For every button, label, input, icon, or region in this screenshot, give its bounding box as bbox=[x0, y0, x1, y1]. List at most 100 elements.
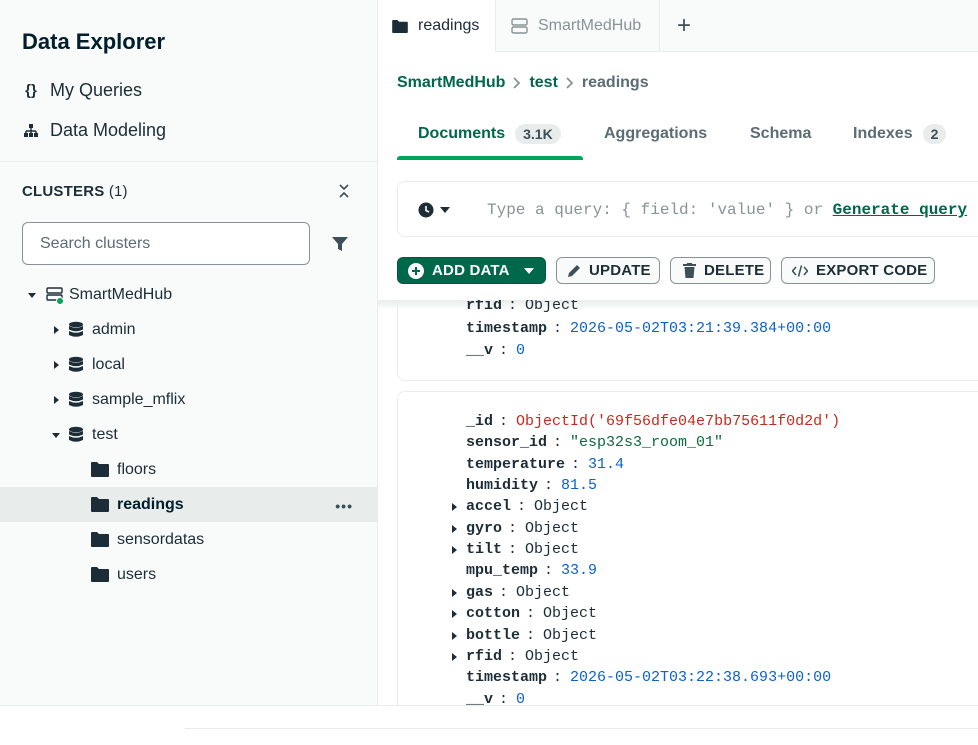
field-value: Object bbox=[525, 520, 580, 537]
nav-my-queries[interactable]: {} My Queries bbox=[22, 80, 142, 101]
tab-label: Indexes bbox=[853, 125, 913, 142]
cluster-name: SmartMedHub bbox=[69, 285, 173, 303]
breadcrumb-database[interactable]: test bbox=[529, 74, 557, 92]
field-value: 31.4 bbox=[588, 456, 625, 473]
field-key: timestamp bbox=[466, 669, 548, 686]
database-icon bbox=[68, 321, 84, 339]
delete-button[interactable]: DELETE bbox=[670, 257, 771, 284]
db-name: admin bbox=[92, 320, 136, 338]
tab-schema[interactable]: Schema bbox=[750, 108, 811, 160]
tab-label: Schema bbox=[750, 125, 812, 142]
caret-right-icon[interactable] bbox=[50, 324, 62, 336]
add-data-label: ADD DATA bbox=[432, 262, 510, 279]
server-icon bbox=[46, 286, 64, 304]
field-key: __v bbox=[466, 342, 494, 359]
more-options-icon[interactable]: ••• bbox=[335, 498, 353, 514]
tree-item-db-test[interactable]: test bbox=[0, 417, 377, 452]
update-label: UPDATE bbox=[589, 262, 651, 279]
field-key: rfid bbox=[466, 648, 503, 665]
field-value: Object bbox=[543, 605, 598, 622]
field-value: 0 bbox=[516, 342, 526, 359]
query-placeholder: Type a query: { field: 'value' } or bbox=[487, 201, 824, 219]
collection-tabs: Documents 3.1K Aggregations Schema Index… bbox=[397, 108, 978, 160]
field-key: timestamp bbox=[466, 320, 548, 337]
query-input[interactable]: Type a query: { field: 'value' } or Gene… bbox=[487, 201, 967, 219]
tab-documents[interactable]: Documents 3.1K bbox=[397, 108, 583, 160]
add-data-button[interactable]: ADD DATA bbox=[397, 257, 546, 284]
add-tab-icon[interactable]: + bbox=[666, 0, 702, 51]
collection-name: sensordatas bbox=[117, 530, 205, 548]
query-history-button[interactable] bbox=[418, 202, 450, 218]
document-field: gas: Object bbox=[466, 584, 571, 601]
tab-label: Documents bbox=[418, 125, 506, 142]
collapse-all-icon[interactable] bbox=[336, 183, 352, 199]
collection-name: readings bbox=[117, 495, 184, 513]
tree-item-collection-users[interactable]: users bbox=[0, 557, 377, 592]
diagram-icon bbox=[22, 123, 40, 138]
sidebar: Data Explorer {} My Queries Data Modelin… bbox=[0, 0, 378, 705]
tree-item-db-sample-mflix[interactable]: sample_mflix bbox=[0, 382, 377, 417]
delete-label: DELETE bbox=[704, 262, 765, 279]
field-value: ObjectId('69f56dfe04e7bb75611f0d2d') bbox=[516, 413, 841, 430]
document-field: bottle: Object bbox=[466, 627, 598, 644]
sidebar-divider bbox=[0, 161, 377, 162]
nav-my-queries-label: My Queries bbox=[50, 80, 143, 100]
document-field: cotton: Object bbox=[466, 605, 598, 622]
filter-icon[interactable] bbox=[331, 235, 349, 253]
db-name: local bbox=[92, 355, 125, 373]
documents-count-badge: 3.1K bbox=[515, 124, 561, 144]
expand-caret-icon[interactable] bbox=[451, 631, 459, 641]
caret-down-icon bbox=[523, 267, 534, 275]
tree-item-collection-readings[interactable]: readings ••• bbox=[0, 487, 377, 522]
breadcrumb: SmartMedHub test readings bbox=[397, 74, 649, 92]
field-value: 81.5 bbox=[561, 477, 598, 494]
expand-caret-icon[interactable] bbox=[451, 652, 459, 662]
tree-item-cluster[interactable]: SmartMedHub bbox=[0, 277, 377, 312]
expand-caret-icon[interactable] bbox=[451, 502, 459, 512]
tab-readings[interactable]: readings bbox=[378, 0, 496, 52]
field-value: "esp32s3_room_01" bbox=[570, 434, 724, 451]
expand-caret-icon[interactable] bbox=[451, 524, 459, 534]
field-value: Object bbox=[525, 300, 580, 314]
tab-smartmedhub[interactable]: SmartMedHub bbox=[497, 0, 660, 51]
tree-item-collection-sensordatas[interactable]: sensordatas bbox=[0, 522, 377, 557]
caret-down-icon[interactable] bbox=[50, 429, 62, 441]
indexes-count-badge: 2 bbox=[922, 124, 947, 144]
document-field: __v:0 bbox=[466, 342, 526, 359]
breadcrumb-collection: readings bbox=[581, 74, 649, 91]
caret-down-icon[interactable] bbox=[26, 289, 38, 301]
field-value: Object bbox=[516, 584, 571, 601]
server-icon bbox=[511, 17, 528, 34]
document-field: gyro: Object bbox=[466, 520, 580, 537]
update-button[interactable]: UPDATE bbox=[556, 257, 660, 284]
tab-indexes[interactable]: Indexes 2 bbox=[853, 108, 947, 160]
tree-item-db-admin[interactable]: admin bbox=[0, 312, 377, 347]
search-clusters-input[interactable] bbox=[22, 222, 310, 265]
document-field: sensor_id: "esp32s3_room_01" bbox=[466, 434, 724, 451]
caret-right-icon[interactable] bbox=[50, 359, 62, 371]
chevron-right-icon bbox=[566, 77, 574, 89]
generate-query-link[interactable]: Generate query bbox=[833, 201, 967, 219]
breadcrumb-cluster[interactable]: SmartMedHub bbox=[397, 74, 505, 92]
db-name: sample_mflix bbox=[92, 390, 186, 408]
export-code-button[interactable]: EXPORT CODE bbox=[781, 257, 935, 284]
query-bar[interactable]: Type a query: { field: 'value' } or Gene… bbox=[397, 181, 978, 237]
expand-caret-icon[interactable] bbox=[451, 588, 459, 598]
document-field: rfid: Object bbox=[466, 648, 580, 665]
expand-caret-icon[interactable] bbox=[451, 545, 459, 555]
collection-name: users bbox=[117, 565, 157, 583]
tree-item-collection-floors[interactable]: floors bbox=[0, 452, 377, 487]
expand-caret-icon[interactable] bbox=[451, 609, 459, 619]
nav-data-modeling[interactable]: Data Modeling bbox=[22, 120, 166, 141]
field-value: Object bbox=[525, 648, 580, 665]
field-value: Object bbox=[534, 498, 589, 515]
clusters-header: CLUSTERS (1) bbox=[22, 183, 128, 200]
field-key: tilt bbox=[466, 541, 503, 558]
plus-circle-icon bbox=[408, 262, 424, 279]
document-field: mpu_temp:33.9 bbox=[466, 562, 598, 579]
field-value: 2026-05-02T03:22:38.693+00:00 bbox=[570, 669, 832, 686]
caret-right-icon[interactable] bbox=[50, 394, 62, 406]
tree-item-db-local[interactable]: local bbox=[0, 347, 377, 382]
folder-icon bbox=[91, 497, 109, 512]
tab-aggregations[interactable]: Aggregations bbox=[604, 108, 707, 160]
